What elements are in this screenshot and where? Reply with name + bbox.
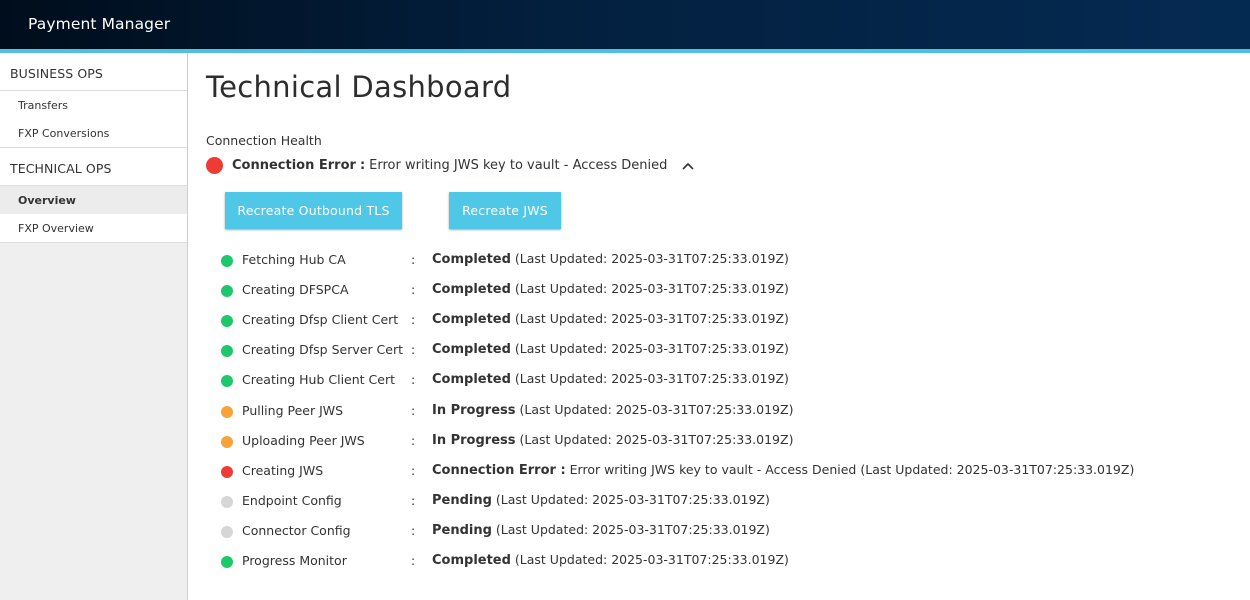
step-status: In Progress xyxy=(432,403,516,418)
sidebar-group-business-ops[interactable]: BUSINESS OPS xyxy=(0,53,187,91)
connection-message: Error writing JWS key to vault - Access … xyxy=(369,157,668,173)
step-last-updated: (Last Updated: 2025-03-31T07:25:33.019Z) xyxy=(514,371,789,386)
step-last-updated: (Last Updated: 2025-03-31T07:25:33.019Z) xyxy=(514,311,789,326)
sidebar-item-transfers[interactable]: Transfers xyxy=(0,91,187,119)
connection-health-label: Connection Health xyxy=(206,133,322,148)
step-name: Connector Config xyxy=(242,523,351,538)
status-step-row: Progress Monitor: Completed (Last Updated… xyxy=(221,551,1221,571)
page-title: Technical Dashboard xyxy=(206,70,512,104)
status-step-row: Connector Config: Pending (Last Updated: … xyxy=(221,521,1221,541)
status-step-row: Endpoint Config: Pending (Last Updated: 2… xyxy=(221,491,1221,511)
step-last-updated: (Last Updated: 2025-03-31T07:25:33.019Z) xyxy=(514,281,789,296)
step-last-updated: (Last Updated: 2025-03-31T07:25:33.019Z) xyxy=(495,522,770,537)
step-status: Completed xyxy=(432,372,511,387)
status-dot-icon xyxy=(221,466,233,478)
step-value: Completed (Last Updated: 2025-03-31T07:2… xyxy=(432,311,789,327)
status-dot-icon xyxy=(221,496,233,508)
status-step-row: Pulling Peer JWS: In Progress (Last Updat… xyxy=(221,401,1221,421)
step-value: Completed (Last Updated: 2025-03-31T07:2… xyxy=(432,251,789,267)
step-status: In Progress xyxy=(432,433,516,448)
step-last-updated: (Last Updated: 2025-03-31T07:25:33.019Z) xyxy=(519,402,794,417)
status-step-row: Creating Hub Client Cert: Completed (Last… xyxy=(221,370,1221,390)
step-last-updated: (Last Updated: 2025-03-31T07:25:33.019Z) xyxy=(514,341,789,356)
step-separator: : xyxy=(411,403,416,418)
step-separator: : xyxy=(411,282,416,297)
status-step-row: Fetching Hub CA: Completed (Last Updated:… xyxy=(221,250,1221,270)
connection-status-dot xyxy=(206,156,223,174)
step-status: Completed xyxy=(432,252,511,267)
status-step-row: Creating Dfsp Client Cert: Completed (Las… xyxy=(221,310,1221,330)
step-value: Pending (Last Updated: 2025-03-31T07:25:… xyxy=(432,492,770,508)
step-value: Completed (Last Updated: 2025-03-31T07:2… xyxy=(432,281,789,297)
step-status: Completed xyxy=(432,312,511,327)
step-status: Completed xyxy=(432,342,511,357)
step-separator: : xyxy=(411,252,416,267)
sidebar-item-overview[interactable]: Overview xyxy=(0,186,187,214)
step-value: Connection Error : Error writing JWS key… xyxy=(432,462,1134,478)
step-message: Error writing JWS key to vault - Access … xyxy=(569,462,857,477)
step-name: Creating Dfsp Client Cert xyxy=(242,312,399,327)
step-separator: : xyxy=(411,372,416,387)
step-value: Completed (Last Updated: 2025-03-31T07:2… xyxy=(432,371,789,387)
status-dot-icon xyxy=(221,526,233,538)
step-value: Completed (Last Updated: 2025-03-31T07:2… xyxy=(432,552,789,568)
sidebar-item-fxp-overview[interactable]: FXP Overview xyxy=(0,214,187,243)
step-last-updated: (Last Updated: 2025-03-31T07:25:33.019Z) xyxy=(514,552,789,567)
recreate-jws-button[interactable]: Recreate JWS xyxy=(449,192,561,229)
step-separator: : xyxy=(411,463,416,478)
step-name: Uploading Peer JWS xyxy=(242,433,365,448)
sidebar-item-fxp-conversions[interactable]: FXP Conversions xyxy=(0,119,187,148)
step-separator: : xyxy=(411,493,416,508)
step-last-updated: (Last Updated: 2025-03-31T07:25:33.019Z) xyxy=(514,251,789,266)
status-step-row: Uploading Peer JWS: In Progress (Last Upd… xyxy=(221,431,1221,451)
status-dot-icon xyxy=(221,345,233,357)
step-last-updated: (Last Updated: 2025-03-31T07:25:33.019Z) xyxy=(495,492,770,507)
status-dot-icon xyxy=(221,255,233,267)
step-status: Completed xyxy=(432,282,511,297)
step-status: Completed xyxy=(432,553,511,568)
step-separator: : xyxy=(411,433,416,448)
step-status: Pending xyxy=(432,523,492,538)
step-value: In Progress (Last Updated: 2025-03-31T07… xyxy=(432,402,793,418)
step-name: Endpoint Config xyxy=(242,493,342,508)
step-status: Connection Error : xyxy=(432,463,566,478)
step-separator: : xyxy=(411,523,416,538)
step-separator: : xyxy=(411,342,416,357)
step-name: Pulling Peer JWS xyxy=(242,403,344,418)
step-status: Pending xyxy=(432,493,492,508)
step-name: Creating Dfsp Server Cert xyxy=(242,342,404,357)
sidebar: BUSINESS OPS Transfers FXP Conversions T… xyxy=(0,53,188,600)
step-separator: : xyxy=(411,553,416,568)
sidebar-group-technical-ops[interactable]: TECHNICAL OPS xyxy=(0,148,187,186)
status-step-row: Creating JWS: Connection Error : Error wr… xyxy=(221,461,1221,481)
recreate-outbound-tls-button[interactable]: Recreate Outbound TLS xyxy=(225,192,402,229)
top-bar: Payment Manager xyxy=(0,0,1250,49)
step-value: In Progress (Last Updated: 2025-03-31T07… xyxy=(432,432,793,448)
status-step-row: Creating Dfsp Server Cert: Completed (Las… xyxy=(221,340,1221,360)
status-dot-icon xyxy=(221,315,233,327)
step-name: Fetching Hub CA xyxy=(242,252,346,267)
chevron-up-icon[interactable] xyxy=(681,158,695,172)
step-last-updated: (Last Updated: 2025-03-31T07:25:33.019Z) xyxy=(860,462,1135,477)
step-last-updated: (Last Updated: 2025-03-31T07:25:33.019Z) xyxy=(519,432,794,447)
step-separator: : xyxy=(411,312,416,327)
status-dot-icon xyxy=(221,406,233,418)
status-dot-icon xyxy=(221,436,233,448)
app-title: Payment Manager xyxy=(28,15,171,33)
step-name: Progress Monitor xyxy=(242,553,347,568)
step-name: Creating Hub Client Cert xyxy=(242,372,395,387)
step-name: Creating JWS xyxy=(242,463,324,478)
connection-separator: : xyxy=(359,157,366,173)
step-value: Completed (Last Updated: 2025-03-31T07:2… xyxy=(432,341,789,357)
status-dot-icon xyxy=(221,556,233,568)
status-dot-icon xyxy=(221,285,233,297)
connection-status: Connection Error xyxy=(232,157,356,173)
step-name: Creating DFSPCA xyxy=(242,282,349,297)
status-dot-icon xyxy=(221,375,233,387)
step-value: Pending (Last Updated: 2025-03-31T07:25:… xyxy=(432,522,770,538)
connection-health-row: Connection Error : Error writing JWS key… xyxy=(206,156,695,174)
status-step-row: Creating DFSPCA: Completed (Last Updated:… xyxy=(221,280,1221,300)
